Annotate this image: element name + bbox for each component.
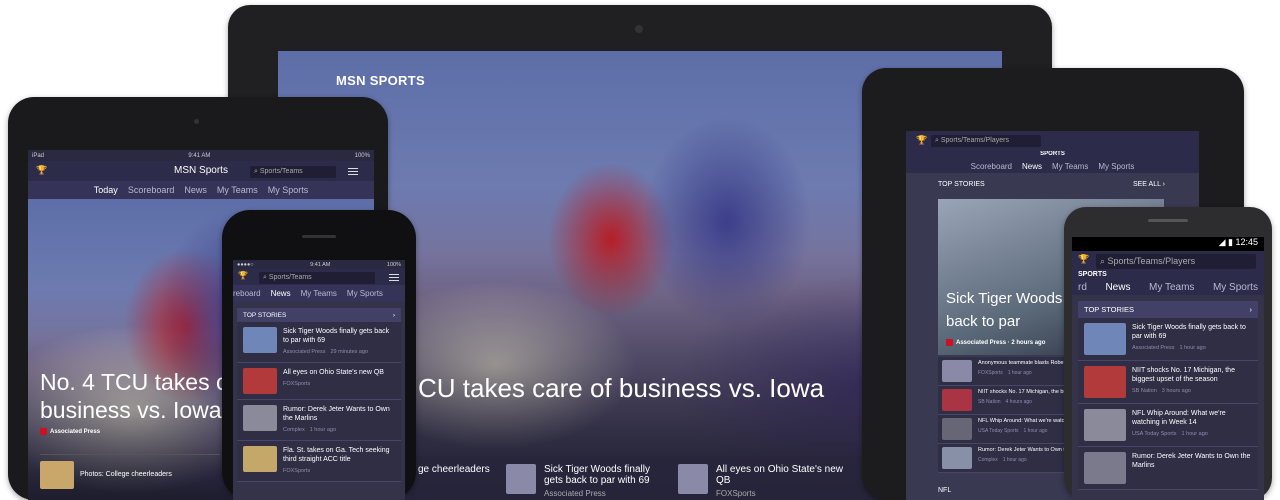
top-stories-panel: TOP STORIES › Sick Tiger Woods finally g… <box>237 308 401 482</box>
trophy-icon[interactable]: 🏆 <box>1078 254 1089 265</box>
search-icon: ⌕ <box>1100 256 1108 266</box>
search-input[interactable]: ⌕ Sports/Teams/Players <box>1096 254 1256 269</box>
status-bar: iPad 9:41 AM 100% <box>28 150 374 161</box>
tab-scoreboard[interactable]: reboard <box>233 289 261 298</box>
tab-my-sports[interactable]: My Sports <box>1098 162 1134 171</box>
tab-scoreboard[interactable]: Scoreboard <box>128 185 175 195</box>
story-thumbnail <box>1084 452 1126 484</box>
tab-my-sports[interactable]: My Sports <box>1213 282 1258 293</box>
app-bar: 🏆 ⌕ Sports/Teams <box>233 269 405 285</box>
list-item[interactable]: All eyes on Ohio State's new QB FOXSport… <box>237 363 401 400</box>
tab-scoreboard[interactable]: Scoreboard <box>971 162 1012 171</box>
top-stories-panel: TOP STORIES › Sick Tiger Woods finally g… <box>1078 301 1258 490</box>
tab-my-teams[interactable]: My Teams <box>1052 162 1088 171</box>
camera-icon <box>635 25 643 33</box>
list-item[interactable]: Sick Tiger Woods finally gets back to pa… <box>237 322 401 363</box>
see-all-link[interactable]: SEE ALL › <box>1133 181 1165 188</box>
camera-icon <box>194 119 199 124</box>
story-thumbnail <box>678 464 708 494</box>
strip-item[interactable]: Sick Tiger Woods finally gets back to pa… <box>506 464 666 498</box>
list-item[interactable]: Fla. St. takes on Ga. Tech seeking third… <box>237 441 401 482</box>
tab-today[interactable]: Today <box>94 185 118 195</box>
story-thumbnail <box>1084 323 1126 355</box>
section-label: SPORTS <box>1072 269 1264 279</box>
hero-headline[interactable]: CU takes care of business vs. Iowa <box>418 373 824 404</box>
iphone-screen: ●●●●○ 9:41 AM 100% 🏆 ⌕ Sports/Teams rebo… <box>233 260 405 500</box>
section-header: TOP STORIES SEE ALL › <box>938 181 1165 188</box>
tab-my-sports[interactable]: My Sports <box>268 185 309 195</box>
story-thumbnail <box>243 368 277 394</box>
app-bar: 🏆 ⌕ Sports/Teams/Players <box>906 131 1199 151</box>
list-item[interactable]: Photos: College cheerleaders <box>40 454 220 494</box>
nav-bar: rd News My Teams My Sports <box>1072 279 1264 295</box>
tab-my-teams[interactable]: My Teams <box>1149 282 1194 293</box>
tab-news[interactable]: News <box>1022 162 1042 171</box>
speaker-grille <box>302 235 336 238</box>
list-item[interactable]: Rumor: Derek Jeter Wants to Own the Marl… <box>1078 447 1258 490</box>
list-item[interactable]: NIIT shocks No. 17 Michigan, the biggest… <box>1078 361 1258 404</box>
android-screen: ◢ ▮ 12:45 🏆 ⌕ Sports/Teams/Players SPORT… <box>1072 237 1264 500</box>
trophy-icon[interactable]: 🏆 <box>238 271 248 280</box>
status-bar: ●●●●○ 9:41 AM 100% <box>233 260 405 269</box>
app-bar: 🏆 MSN Sports ⌕ Sports/Teams <box>28 161 374 181</box>
trophy-icon[interactable]: 🏆 <box>916 135 927 146</box>
status-bar: ◢ ▮ 12:45 <box>1072 237 1264 251</box>
section-label: SPORTS <box>906 151 1199 159</box>
section-header[interactable]: TOP STORIES › <box>1078 301 1258 318</box>
search-input[interactable]: ⌕ Sports/Teams <box>250 166 336 178</box>
iphone-device: ●●●●○ 9:41 AM 100% 🏆 ⌕ Sports/Teams rebo… <box>222 210 416 500</box>
brand-label: MSN SPORTS <box>336 73 425 88</box>
strip-item[interactable]: ge cheerleaders <box>418 464 490 475</box>
tab-news[interactable]: News <box>184 185 207 195</box>
tab-news[interactable]: News <box>271 289 291 298</box>
search-input[interactable]: ⌕ Sports/Teams/Players <box>931 135 1041 147</box>
section-nfl: NFL <box>938 487 952 494</box>
tab-my-teams[interactable]: My Teams <box>301 289 337 298</box>
list-item[interactable]: Sick Tiger Woods finally gets back to pa… <box>1078 318 1258 361</box>
speaker-grille <box>1148 219 1188 222</box>
menu-icon[interactable] <box>348 168 358 175</box>
story-thumbnail <box>243 446 277 472</box>
tab-scoreboard[interactable]: rd <box>1078 282 1087 293</box>
signal-icon: ◢ ▮ <box>1218 237 1236 247</box>
list-item[interactable]: Rumor: Derek Jeter Wants to Own the Marl… <box>237 400 401 441</box>
tab-my-sports[interactable]: My Sports <box>347 289 383 298</box>
marketing-stage: MSN SPORTS CU takes care of business vs.… <box>0 0 1280 500</box>
nav-bar: Today Scoreboard News My Teams My Sports <box>28 181 374 199</box>
tab-my-teams[interactable]: My Teams <box>217 185 258 195</box>
search-input[interactable]: ⌕ Sports/Teams <box>259 272 375 284</box>
chevron-right-icon: › <box>1249 305 1253 314</box>
source-logo-icon <box>40 428 47 435</box>
story-thumbnail <box>1084 409 1126 441</box>
story-thumbnail <box>40 460 74 489</box>
story-thumbnail <box>506 464 536 494</box>
menu-icon[interactable] <box>389 274 399 281</box>
nav-bar: Scoreboard News My Teams My Sports <box>906 159 1199 173</box>
tab-news[interactable]: News <box>1105 282 1130 293</box>
list-item[interactable]: NFL Whip Around: What we're watching in … <box>1078 404 1258 447</box>
app-bar: 🏆 ⌕ Sports/Teams/Players <box>1072 251 1264 269</box>
chevron-right-icon: › <box>392 311 395 319</box>
strip-item[interactable]: All eyes on Ohio State's new QB FOXSport… <box>678 464 848 498</box>
headline-source: Associated Press <box>40 428 100 435</box>
section-header[interactable]: TOP STORIES › <box>237 308 401 322</box>
nav-bar: reboard News My Teams My Sports <box>233 285 405 302</box>
story-thumbnail <box>243 405 277 431</box>
android-device: ◢ ▮ 12:45 🏆 ⌕ Sports/Teams/Players SPORT… <box>1064 207 1272 500</box>
story-thumbnail <box>243 327 277 353</box>
story-thumbnail <box>1084 366 1126 398</box>
